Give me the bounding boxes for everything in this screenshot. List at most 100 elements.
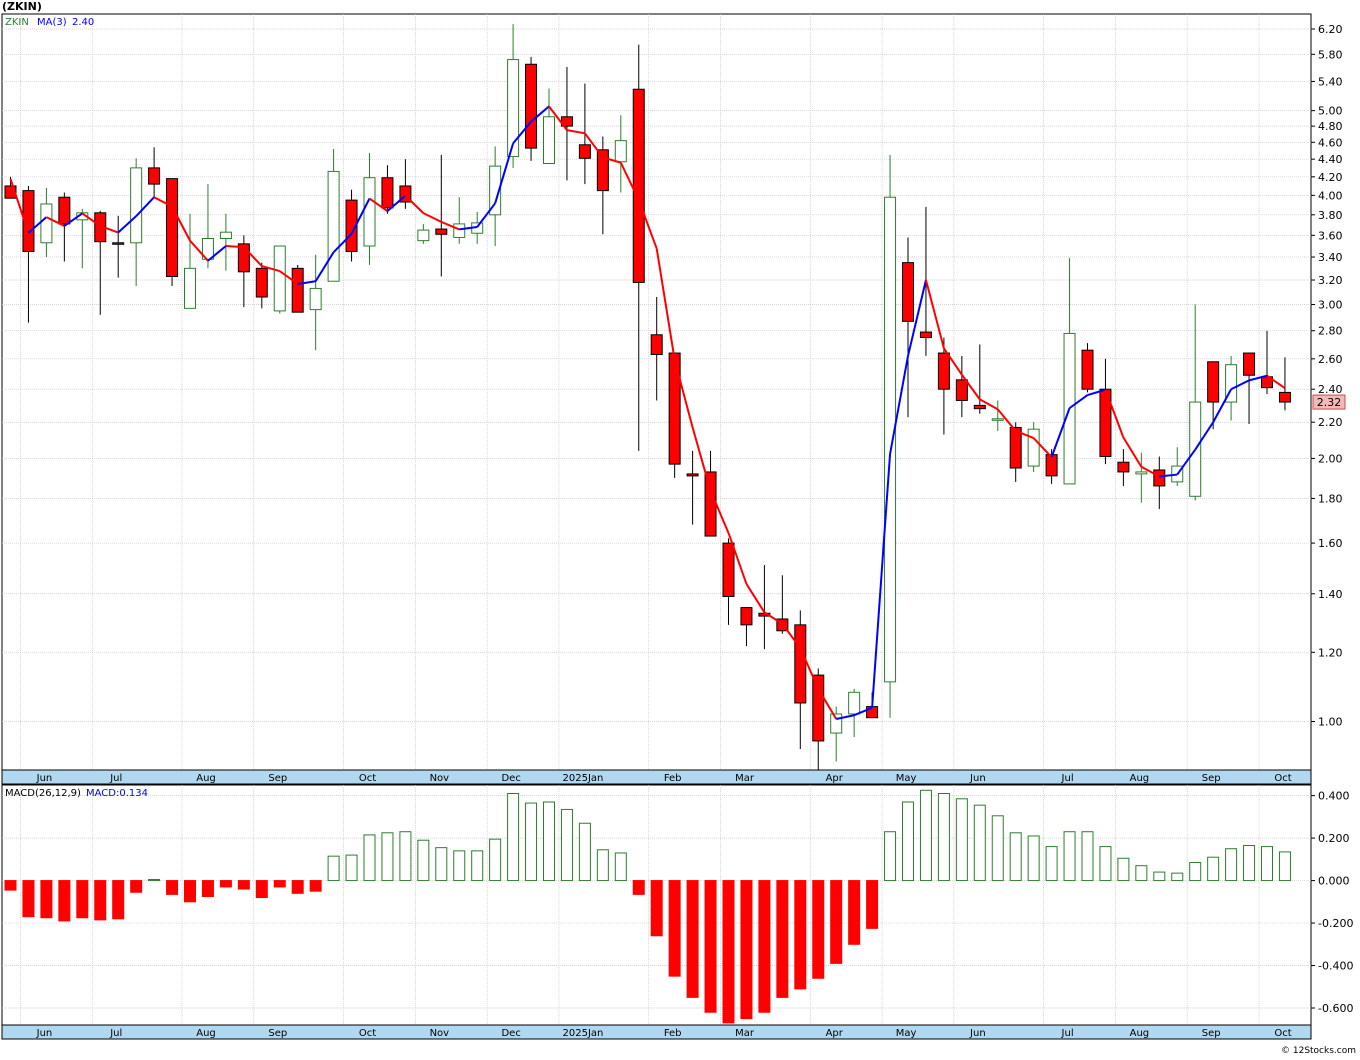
price-x-tick-label: Sep xyxy=(268,773,287,784)
macd-bar xyxy=(58,880,71,922)
candle-body xyxy=(381,177,394,209)
macd-bar xyxy=(399,831,412,882)
macd-bar xyxy=(1009,832,1022,882)
price-x-tick-label: Apr xyxy=(826,773,844,784)
macd-x-tick-label: 2025Jan xyxy=(563,1028,604,1039)
macd-bar xyxy=(560,808,573,882)
macd-x-tick-label: Oct xyxy=(1274,1028,1291,1039)
candle-body xyxy=(973,404,986,410)
candle-body xyxy=(543,116,555,165)
macd-bar xyxy=(345,854,358,882)
price-y-tick-label: 3.00 xyxy=(1318,299,1343,312)
macd-x-tick-label: Feb xyxy=(664,1028,682,1039)
macd-bar xyxy=(507,792,520,882)
macd-bar xyxy=(1081,831,1094,882)
macd-bar xyxy=(435,847,448,882)
macd-x-tick-label: Dec xyxy=(501,1028,520,1039)
candle-body xyxy=(632,88,645,283)
macd-bar xyxy=(291,880,304,894)
macd-bar xyxy=(884,831,897,882)
price-y-tick-label: 5.80 xyxy=(1318,48,1343,61)
price-y-tick-label: 4.40 xyxy=(1318,153,1343,166)
candle-body xyxy=(309,287,322,311)
macd-bar xyxy=(201,880,214,898)
price-y-tick-label: 6.20 xyxy=(1318,23,1343,36)
macd-bar xyxy=(740,880,753,1020)
price-y-tick-label: 1.80 xyxy=(1318,492,1343,505)
price-y-tick-label: 1.40 xyxy=(1318,588,1343,601)
macd-x-tick-label: Jul xyxy=(109,1028,122,1039)
candle-body xyxy=(417,229,430,242)
candle-body xyxy=(58,196,71,225)
macd-bar xyxy=(1278,851,1291,882)
price-x-tick-label: 2025Jan xyxy=(563,773,604,784)
price-x-tick-label: Jul xyxy=(109,773,122,784)
price-x-tick-label: Jun xyxy=(969,773,986,784)
macd-bar xyxy=(112,880,125,920)
price-x-tick-label: Oct xyxy=(359,773,376,784)
macd-bar xyxy=(973,804,986,882)
macd-bar xyxy=(1099,846,1112,882)
macd-bar xyxy=(722,880,735,1024)
candle-body xyxy=(884,196,897,683)
macd-bar xyxy=(1117,857,1130,882)
candle-body xyxy=(1135,471,1148,475)
macd-bar xyxy=(668,880,681,977)
macd-bar xyxy=(327,855,340,882)
candle-body xyxy=(686,473,699,477)
macd-y-tick-label: 0.200 xyxy=(1318,832,1350,845)
macd-x-tick-label: Aug xyxy=(196,1028,216,1039)
macd-bar xyxy=(471,850,484,882)
candle-body xyxy=(363,177,376,247)
price-y-tick-label: 3.80 xyxy=(1318,209,1343,222)
macd-bar xyxy=(381,832,394,882)
macd-bar xyxy=(1027,835,1040,882)
macd-bar xyxy=(1063,831,1076,882)
macd-x-tick-label: Apr xyxy=(826,1028,844,1039)
macd-bar xyxy=(776,880,789,998)
price-y-tick-label: 1.60 xyxy=(1318,537,1343,550)
candle-body xyxy=(453,223,466,238)
macd-bar xyxy=(991,815,1004,882)
candle-body xyxy=(650,334,663,355)
candle-body xyxy=(291,267,304,313)
macd-bar xyxy=(1225,848,1238,882)
candle-body xyxy=(1045,454,1058,477)
macd-bar xyxy=(1171,872,1184,882)
candle-body xyxy=(1117,461,1130,473)
price-y-tick-label: 4.00 xyxy=(1318,189,1343,202)
candle-body xyxy=(219,231,232,240)
candle-body xyxy=(1027,428,1040,467)
macd-bar xyxy=(830,880,843,964)
candle-body xyxy=(937,352,950,390)
price-x-tick-label: Oct xyxy=(1274,773,1291,784)
macd-bar xyxy=(1207,856,1220,882)
price-y-tick-label: 4.80 xyxy=(1318,120,1343,133)
macd-bar xyxy=(76,880,89,919)
price-y-tick-label: 5.00 xyxy=(1318,105,1343,118)
macd-bar xyxy=(94,880,107,921)
macd-x-tick-label: Jun xyxy=(969,1028,986,1039)
macd-bar xyxy=(489,838,502,882)
watermark: © 12Stocks.com xyxy=(1281,1046,1356,1056)
price-x-tick-label: Jun xyxy=(36,773,53,784)
macd-x-tick-label: May xyxy=(896,1028,917,1039)
candle-body xyxy=(525,63,538,149)
price-y-tick-label: 4.20 xyxy=(1318,171,1343,184)
ma-line-segment xyxy=(225,245,244,249)
macd-bar xyxy=(650,880,663,937)
macd-y-tick-label: -0.600 xyxy=(1318,1002,1353,1015)
candle-body xyxy=(955,379,968,401)
price-y-tick-label: 5.40 xyxy=(1318,75,1343,88)
legend-macd-label: MACD(26,12,9) xyxy=(5,788,81,799)
price-y-tick-label: 4.60 xyxy=(1318,136,1343,149)
candle-body xyxy=(812,674,825,742)
macd-bar xyxy=(219,880,232,888)
candle-body xyxy=(668,352,681,465)
macd-bar xyxy=(1045,846,1058,882)
macd-bar xyxy=(525,802,538,882)
macd-bar xyxy=(237,880,250,890)
macd-bar xyxy=(184,880,196,903)
candle-body xyxy=(578,144,591,159)
price-y-tick-label: 3.60 xyxy=(1318,229,1343,242)
